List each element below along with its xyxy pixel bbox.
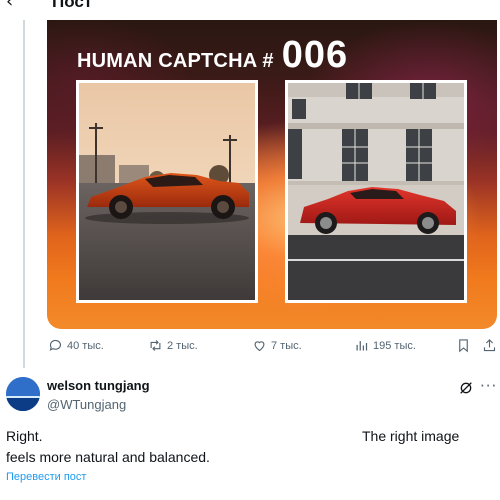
avatar[interactable] bbox=[6, 377, 40, 411]
reply-display-name[interactable]: welson tungjang bbox=[47, 378, 150, 393]
grok-icon[interactable] bbox=[458, 380, 474, 396]
reply-count: 40 тыс. bbox=[67, 339, 104, 352]
reply-text-line: The right image bbox=[362, 428, 460, 444]
post-media-image[interactable]: HUMAN CAPTCHA # 006 bbox=[47, 20, 497, 329]
repost-count: 2 тыс. bbox=[167, 339, 198, 352]
bookmark-button[interactable] bbox=[456, 338, 471, 353]
share-button[interactable] bbox=[482, 338, 497, 353]
page-title: Пост bbox=[52, 0, 93, 11]
like-icon bbox=[254, 341, 265, 352]
bookmark-icon bbox=[459, 339, 468, 353]
captcha-label: HUMAN CAPTCHA # bbox=[77, 50, 274, 72]
like-button[interactable]: 7 тыс. bbox=[252, 338, 302, 353]
captcha-heading: HUMAN CAPTCHA # 006 bbox=[77, 34, 348, 77]
like-count: 7 тыс. bbox=[271, 339, 302, 352]
back-arrow-icon[interactable]: ‹ bbox=[6, 0, 13, 12]
reply-icon bbox=[49, 339, 62, 351]
more-options-icon[interactable]: ··· bbox=[480, 377, 497, 395]
views-button[interactable]: 195 тыс. bbox=[354, 338, 416, 353]
repost-icon bbox=[150, 340, 161, 351]
top-header: ‹ Пост bbox=[0, 0, 500, 20]
reply-text-line: feels more natural and balanced. bbox=[6, 449, 210, 465]
share-icon bbox=[483, 339, 496, 352]
thread-connector-line bbox=[23, 20, 25, 368]
left-car-photo bbox=[76, 80, 258, 303]
reply-handle[interactable]: @WTungjang bbox=[47, 397, 126, 412]
captcha-number: 006 bbox=[281, 34, 349, 76]
views-count: 195 тыс. bbox=[373, 339, 416, 352]
translate-post-link[interactable]: Перевести пост bbox=[6, 471, 86, 483]
right-car-photo bbox=[285, 80, 467, 303]
views-icon bbox=[356, 341, 368, 351]
repost-button[interactable]: 2 тыс. bbox=[148, 338, 198, 353]
reply-text-line: Right. bbox=[6, 428, 43, 444]
post-action-bar: 40 тыс. 2 тыс. 7 тыс. 195 тыс. bbox=[0, 338, 500, 360]
reply-button[interactable]: 40 тыс. bbox=[48, 338, 104, 353]
